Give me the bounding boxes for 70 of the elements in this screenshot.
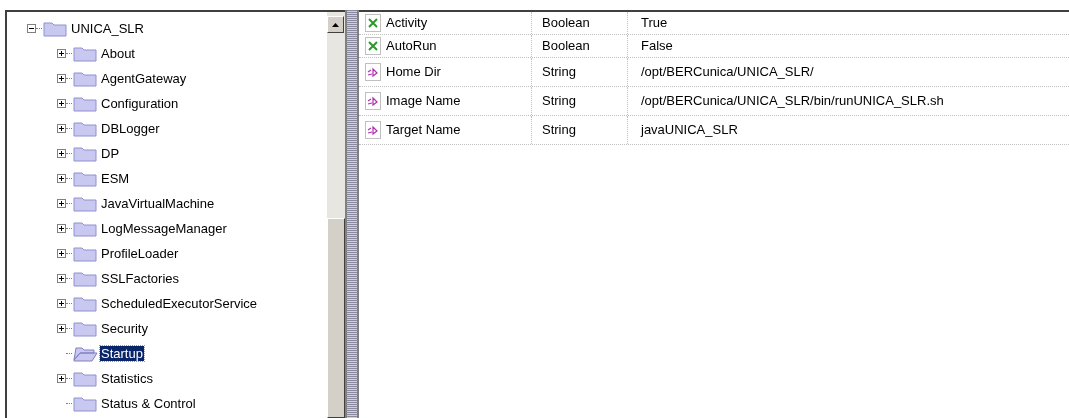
folder-icon	[72, 169, 98, 188]
expand-icon[interactable]	[57, 149, 66, 158]
folder-icon	[72, 69, 98, 88]
folder-icon	[72, 269, 98, 288]
property-value: False	[641, 37, 673, 56]
tree-item[interactable]: Configuration	[100, 96, 180, 111]
property-name: Activity	[386, 14, 428, 33]
boolean-icon	[365, 37, 381, 55]
folder-icon	[72, 119, 98, 138]
property-name: AutoRun	[386, 37, 437, 56]
tree-item[interactable]: Status & Control	[100, 396, 197, 411]
up-arrow-icon	[332, 22, 339, 27]
folder-icon	[72, 94, 98, 113]
property-value: /opt/BERCunica/UNICA_SLR/bin/runUNICA_SLR.sh	[641, 92, 944, 111]
tree-item[interactable]: Security	[100, 321, 149, 336]
folder-icon	[72, 144, 98, 163]
text-value-icon	[365, 121, 381, 139]
text-value-icon	[365, 63, 381, 81]
tree-item[interactable]: DBLogger	[100, 121, 161, 136]
property-type: String	[542, 63, 576, 82]
expand-icon[interactable]	[57, 324, 66, 333]
property-name: Image Name	[386, 92, 461, 111]
property-value: /opt/BERCunica/UNICA_SLR/	[641, 63, 814, 82]
tree-item[interactable]: JavaVirtualMachine	[100, 196, 216, 211]
expand-icon[interactable]	[57, 174, 66, 183]
expand-icon[interactable]	[57, 124, 66, 133]
tree-item[interactable]: ESM	[100, 171, 131, 186]
scroll-thumb[interactable]	[327, 218, 345, 418]
folder-icon	[72, 294, 98, 313]
folder-icon	[72, 244, 98, 263]
text-value-icon	[365, 92, 381, 110]
expand-icon[interactable]	[57, 299, 66, 308]
tree-item[interactable]: AgentGateway	[100, 71, 188, 86]
tree-item[interactable]: ScheduledExecutorService	[100, 296, 259, 311]
property-type: String	[542, 92, 576, 111]
property-value: True	[641, 14, 668, 33]
folder-icon	[72, 319, 98, 338]
folder-icon	[72, 44, 98, 63]
scrollbar[interactable]	[327, 12, 345, 418]
expand-icon[interactable]	[57, 199, 66, 208]
property-type: String	[542, 121, 576, 140]
boolean-icon	[365, 14, 381, 32]
tree-item[interactable]: DP	[100, 146, 121, 161]
expand-icon[interactable]	[57, 274, 66, 283]
open-folder-icon	[72, 344, 98, 363]
property-type: Boolean	[542, 14, 590, 33]
tree-item[interactable]: ProfileLoader	[100, 246, 180, 261]
folder-icon	[72, 369, 98, 388]
expand-icon[interactable]	[57, 74, 66, 83]
expand-icon[interactable]	[57, 374, 66, 383]
tree-item[interactable]: SSLFactories	[100, 271, 181, 286]
folder-icon	[72, 194, 98, 213]
expand-icon[interactable]	[57, 249, 66, 258]
tree-item[interactable]: About	[100, 46, 136, 61]
tree-item[interactable]: Statistics	[100, 371, 154, 386]
tree-item[interactable]: Startup	[100, 346, 144, 361]
tree-item[interactable]: UNICA_SLR	[70, 21, 145, 36]
property-name: Home Dir	[386, 63, 441, 82]
folder-icon	[72, 219, 98, 238]
property-name: Target Name	[386, 121, 461, 140]
property-value: javaUNICA_SLR	[641, 121, 738, 140]
expand-icon[interactable]	[57, 224, 66, 233]
expand-icon[interactable]	[57, 99, 66, 108]
expand-icon[interactable]	[57, 49, 66, 58]
tree-item[interactable]: LogMessageManager	[100, 221, 228, 236]
collapse-icon[interactable]	[27, 24, 36, 33]
property-type: Boolean	[542, 37, 590, 56]
folder-icon	[42, 19, 68, 38]
scroll-up-button[interactable]	[327, 16, 344, 33]
folder-icon	[72, 394, 98, 413]
